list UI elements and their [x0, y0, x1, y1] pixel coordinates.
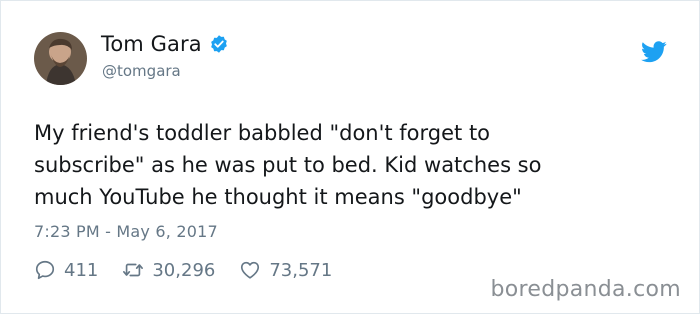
reply-count: 411	[64, 259, 99, 281]
like-button[interactable]: 73,571	[239, 259, 332, 281]
tweet-text: My friend's toddler babbled "don't forge…	[34, 121, 542, 209]
retweet-icon	[123, 263, 144, 277]
author-name-row: Tom Gara	[101, 32, 229, 56]
tweet-actions: 411 30,296 73,571	[34, 259, 356, 281]
verified-badge-icon	[210, 35, 227, 53]
author-handle[interactable]: @tomgara	[102, 62, 181, 80]
retweet-button[interactable]: 30,296	[122, 259, 215, 281]
twitter-bird-icon[interactable]	[641, 41, 667, 63]
reply-icon	[35, 260, 55, 280]
heart-icon	[241, 261, 260, 279]
tweet-timestamp[interactable]: 7:23 PM - May 6, 2017	[34, 222, 218, 241]
author-name[interactable]: Tom Gara	[101, 32, 202, 56]
reply-button[interactable]: 411	[34, 259, 98, 281]
retweet-count: 30,296	[152, 259, 216, 281]
like-count: 73,571	[269, 259, 333, 281]
tweet-card: Tom Gara @tomgara My friend's toddler ba…	[0, 0, 700, 314]
watermark: boredpanda.com	[490, 277, 681, 302]
avatar[interactable]	[34, 32, 87, 85]
